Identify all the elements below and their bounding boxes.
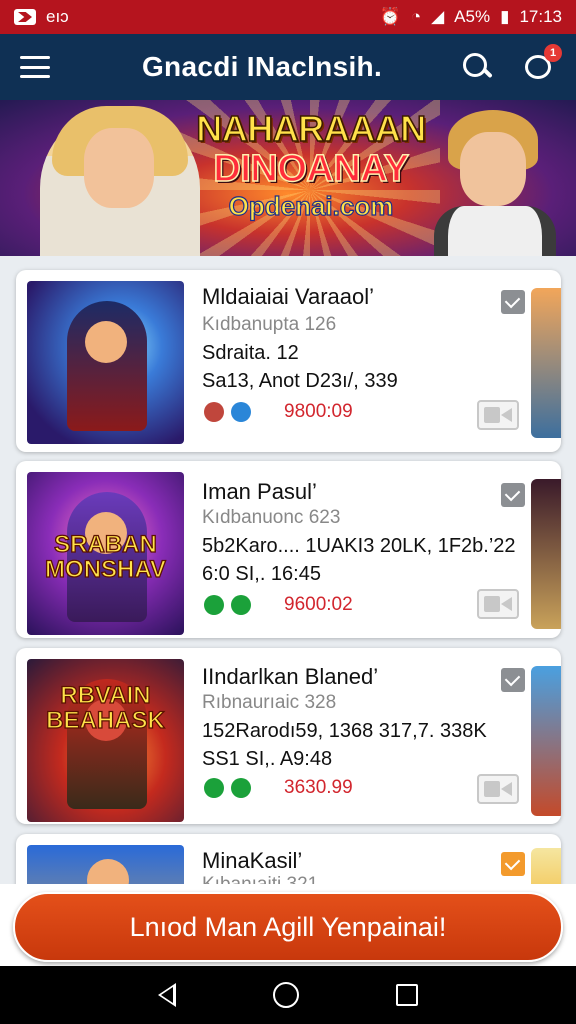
alarm-icon: ⏰ — [379, 7, 401, 26]
battery-icon: ▮ — [500, 7, 510, 26]
search-icon[interactable] — [460, 50, 494, 84]
list-item[interactable]: Mldaiaiai Varaaol’ Kıdbanupta 126 Sdrait… — [16, 270, 561, 452]
recent-apps-icon[interactable] — [395, 984, 418, 1006]
item-subtitle: Kıdbanuonc 623 — [202, 507, 341, 528]
item-meta: SS1 SI,. A9:48 — [202, 748, 333, 770]
status-bar: eıɔ ⏰ ◔ ◢ A5% ▮ 17:13 — [0, 0, 576, 34]
game-thumbnail — [27, 845, 184, 884]
check-icon[interactable] — [501, 668, 525, 692]
wifi-icon: ◔ — [410, 7, 422, 26]
adjacent-thumbnail — [531, 479, 561, 629]
status-dot-icon — [231, 402, 251, 422]
list-item[interactable]: MinaKasil’ Kıbanıaiti 321 — [16, 834, 561, 884]
item-meta: 6:0 SI,. 16:45 — [202, 563, 321, 585]
app-title: Gnacdi INaclnsih. — [141, 51, 383, 82]
check-icon[interactable] — [501, 290, 525, 314]
status-dot-icon — [204, 402, 224, 422]
item-subtitle: Kıbanıaiti 321 — [202, 874, 318, 884]
list-item[interactable]: SRABAN MONSHAV Iman Pasul’ Kıdbanuonc 62… — [16, 461, 561, 638]
item-price: 3630.99 — [284, 777, 353, 798]
item-meta: Sdraita. 12 — [202, 342, 299, 364]
banner-text: NAHARAAAN DINOANAY Opdenai.com — [186, 107, 436, 222]
adjacent-thumbnail — [531, 848, 561, 884]
game-list: Mldaiaiai Varaaol’ Kıdbanupta 126 Sdrait… — [0, 256, 576, 884]
home-icon[interactable] — [272, 982, 299, 1008]
game-thumbnail: SRABAN MONSHAV — [27, 472, 184, 635]
battery-percent: A5% — [454, 7, 491, 26]
status-left-text: eıɔ — [46, 7, 69, 26]
item-meta: 5b2Karo.... 1UAKI3 20LK, 1F2b.’22 — [202, 535, 516, 557]
adjacent-thumbnail — [531, 288, 561, 438]
item-title: Mldaiaiai Varaaol’ — [202, 284, 375, 309]
status-dot-icon — [231, 778, 251, 798]
status-dot-icon — [231, 595, 251, 615]
game-thumbnail: RBVAIN BEAHASK — [27, 659, 184, 822]
list-item[interactable]: RBVAIN BEAHASK IIndarlkan Blaned’ Rıbnau… — [16, 648, 561, 824]
item-title: MinaKasil’ — [202, 848, 303, 873]
banner-hero-right — [430, 110, 560, 256]
thumbnail-title: SRABAN MONSHAV — [44, 531, 166, 584]
game-thumbnail — [27, 281, 184, 444]
item-title: Iman Pasul’ — [202, 479, 317, 504]
item-meta: Sa13, Anot D23ı/, 339 — [202, 370, 398, 392]
video-icon[interactable] — [477, 774, 519, 804]
banner-headline: NAHARAAAN — [196, 107, 427, 150]
status-dot-icon — [204, 778, 224, 798]
notification-badge: 1 — [544, 44, 562, 62]
app-bar: Gnacdi INaclnsih. 1 — [0, 34, 576, 100]
app-notification-icon — [14, 9, 36, 25]
check-icon[interactable] — [501, 483, 525, 507]
item-title: IIndarlkan Blaned’ — [202, 664, 379, 689]
signal-icon: ◢ — [431, 7, 445, 26]
check-icon[interactable] — [501, 852, 525, 876]
item-subtitle: Rıbnaurıaic 328 — [202, 692, 337, 713]
item-price: 9600:02 — [284, 594, 353, 615]
banner-subheadline: DINOANAY — [213, 147, 410, 191]
promo-banner[interactable]: NAHARAAAN DINOANAY Opdenai.com — [0, 100, 576, 256]
status-dot-icon — [204, 595, 224, 615]
cta-button[interactable]: Lnıod Man Agill Yenpainai! — [13, 892, 563, 962]
item-subtitle: Kıdbanupta 126 — [202, 314, 337, 335]
banner-url: Opdenai.com — [228, 190, 394, 221]
item-meta: 152Rarodı59, 1368 317,7. 338K — [202, 720, 487, 742]
hamburger-menu-icon[interactable] — [20, 56, 50, 78]
system-nav-bar — [0, 966, 576, 1024]
thumbnail-title: RBVAIN BEAHASK — [46, 682, 166, 735]
banner-hero-left — [40, 106, 200, 256]
back-icon[interactable] — [158, 983, 177, 1007]
video-icon[interactable] — [477, 400, 519, 430]
item-price: 9800:09 — [284, 401, 353, 422]
status-time: 17:13 — [519, 7, 562, 26]
chat-icon[interactable]: 1 — [522, 44, 562, 84]
video-icon[interactable] — [477, 589, 519, 619]
adjacent-thumbnail — [531, 666, 561, 816]
